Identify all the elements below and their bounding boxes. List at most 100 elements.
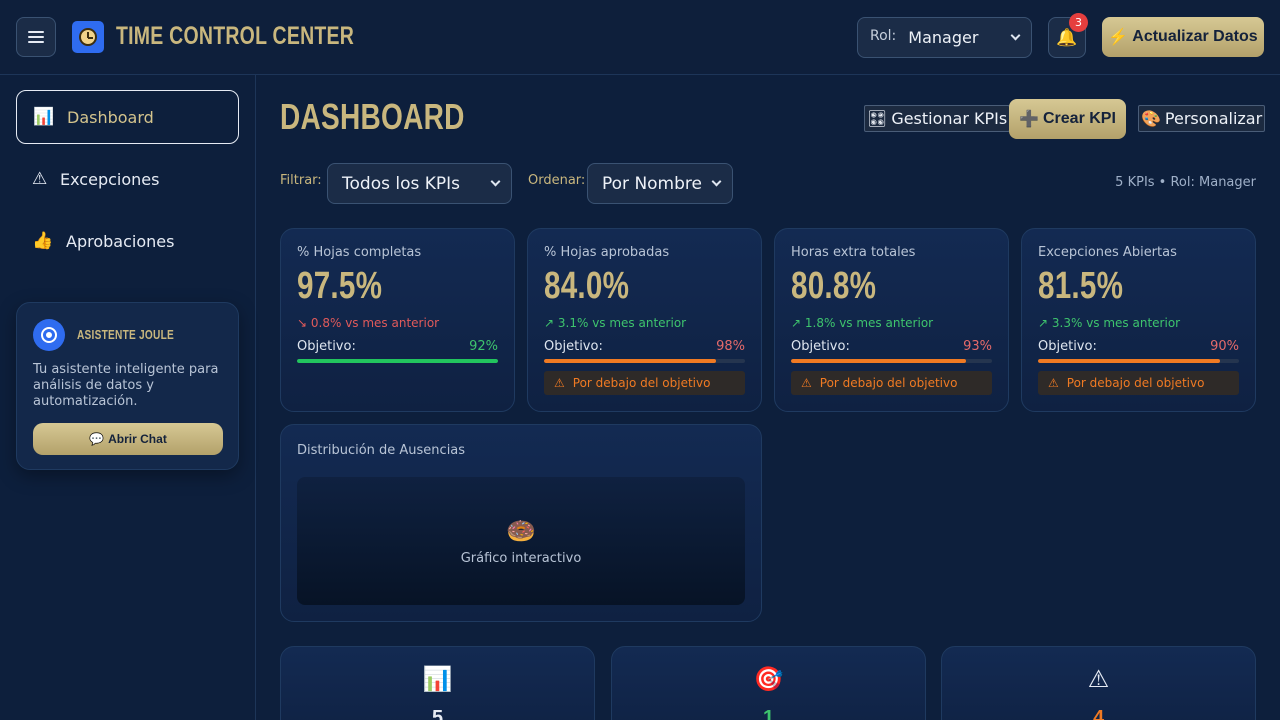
sidebar-item-label: Aprobaciones — [66, 231, 175, 251]
sort-select[interactable]: Por Nombre — [587, 163, 733, 204]
kpi-progress-fill — [544, 359, 717, 363]
kpi-value: 80.8% — [791, 265, 877, 307]
trend-up-icon: ↗ — [544, 316, 555, 330]
sidebar: 📊 Dashboard ⚠ Excepciones 👍 Aprobaciones… — [0, 75, 256, 720]
kpi-summary: 5 KPIs • Rol: Manager — [1115, 175, 1256, 190]
kpi-objective-label: Objetivo: — [544, 339, 603, 354]
kpi-value: 81.5% — [1038, 265, 1124, 307]
warning-icon: ⚠ — [32, 169, 48, 189]
kpi-progress-fill — [1038, 359, 1221, 363]
kpi-progress-bar — [791, 359, 992, 363]
warning-icon: ⚠ — [1048, 376, 1059, 390]
target-icon: 🎯 — [753, 665, 784, 693]
kpi-progress-bar — [544, 359, 745, 363]
manage-kpis-button[interactable]: 🎛 Gestionar KPIs — [864, 105, 1011, 132]
warning-icon: ⚠ — [554, 376, 565, 390]
kpi-progress-bar — [297, 359, 498, 363]
refresh-data-button[interactable]: ⚡ Actualizar Datos — [1102, 17, 1264, 57]
kpi-trend: ↗ 1.8% vs mes anterior — [791, 316, 933, 330]
kpi-progress-fill — [297, 359, 498, 363]
kpi-trend-text: 3.3% vs mes anterior — [1051, 316, 1181, 330]
chevron-down-icon — [1010, 30, 1021, 41]
plus-icon: ➕ — [1019, 111, 1039, 128]
app-logo — [72, 21, 104, 53]
sidebar-item-label: Dashboard — [67, 107, 154, 127]
trend-up-icon: ↗ — [791, 316, 802, 330]
palette-icon: 🎨 — [1141, 109, 1161, 128]
kpi-warning: ⚠ Por debajo del objetivo — [791, 371, 992, 395]
clock-icon — [79, 28, 97, 46]
chart-placeholder[interactable]: 🍩 Gráfico interactivo — [297, 477, 745, 605]
kpi-objective-value: 93% — [963, 339, 992, 354]
warning-icon: ⚠ — [1087, 665, 1110, 693]
page-title: DASHBOARD — [280, 96, 465, 137]
kpi-objective-value: 92% — [469, 339, 498, 354]
chart-title: Distribución de Ausencias — [297, 443, 466, 458]
kpi-name: % Hojas aprobadas — [544, 245, 670, 260]
kpi-warning: ⚠ Por debajo del objetivo — [544, 371, 745, 395]
kpi-progress-fill — [791, 359, 966, 363]
absence-distribution-card: Distribución de Ausencias 🍩 Gráfico inte… — [280, 424, 762, 622]
thumbs-up-icon: 👍 — [32, 231, 54, 251]
stat-value: 5 — [431, 707, 444, 720]
stat-card-total: 📊 5 — [280, 646, 595, 720]
chevron-down-icon — [490, 176, 501, 187]
kpi-objective-label: Objetivo: — [791, 339, 850, 354]
kpi-warning-text: Por debajo del objetivo — [819, 376, 958, 390]
chevron-down-icon — [711, 176, 722, 187]
customize-label: Personalizar — [1164, 109, 1263, 128]
trend-down-icon: ↘ — [297, 316, 308, 330]
kpi-objective-value: 98% — [716, 339, 745, 354]
kpi-card[interactable]: % Hojas aprobadas 84.0% ↗ 3.1% vs mes an… — [527, 228, 762, 412]
open-chat-label: Abrir Chat — [108, 432, 167, 446]
lightning-icon: ⚡ — [1108, 29, 1129, 46]
kpi-name: Excepciones Abiertas — [1038, 245, 1177, 260]
filter-select[interactable]: Todos los KPIs — [327, 163, 512, 204]
role-label: Rol: — [870, 27, 897, 44]
kpi-card[interactable]: Horas extra totales 80.8% ↗ 1.8% vs mes … — [774, 228, 1009, 412]
kpi-trend: ↗ 3.3% vs mes anterior — [1038, 316, 1180, 330]
joule-description: Tu asistente inteligente para análisis d… — [33, 362, 219, 409]
stat-card-on-target: 🎯 1 — [611, 646, 926, 720]
notification-badge: 3 — [1069, 13, 1088, 32]
kpi-trend: ↘ 0.8% vs mes anterior — [297, 316, 439, 330]
bar-chart-icon: 📊 — [33, 107, 55, 127]
kpi-card[interactable]: Excepciones Abiertas 81.5% ↗ 3.3% vs mes… — [1021, 228, 1256, 412]
kpi-objective-label: Objetivo: — [297, 339, 356, 354]
sidebar-item-dashboard[interactable]: 📊 Dashboard — [16, 90, 239, 144]
kpi-name: Horas extra totales — [791, 245, 916, 260]
joule-avatar — [33, 319, 65, 351]
assistant-icon — [43, 329, 55, 341]
kpi-warning: ⚠ Por debajo del objetivo — [1038, 371, 1239, 395]
sidebar-item-excepciones[interactable]: ⚠ Excepciones — [16, 152, 239, 206]
kpi-trend: ↗ 3.1% vs mes anterior — [544, 316, 686, 330]
sort-label: Ordenar: — [528, 173, 586, 188]
create-kpi-button[interactable]: ➕ Crear KPI — [1009, 99, 1126, 139]
top-header: TIME CONTROL CENTER Rol: Manager 🔔 3 ⚡ A… — [0, 0, 1280, 75]
kpi-trend-text: 0.8% vs mes anterior — [310, 316, 440, 330]
filter-value: Todos los KPIs — [342, 173, 461, 194]
kpi-progress-bar — [1038, 359, 1239, 363]
role-value: Manager — [908, 28, 979, 47]
chat-icon: 💬 — [89, 432, 105, 446]
chart-caption: Gráfico interactivo — [460, 550, 582, 566]
filter-label: Filtrar: — [280, 173, 322, 188]
control-knobs-icon: 🎛 — [867, 109, 888, 128]
hamburger-icon — [28, 31, 44, 43]
role-select[interactable]: Rol: Manager — [857, 17, 1032, 58]
kpi-name: % Hojas completas — [297, 245, 422, 260]
trend-up-icon: ↗ — [1038, 316, 1049, 330]
kpi-value: 84.0% — [544, 265, 630, 307]
sort-value: Por Nombre — [602, 173, 702, 194]
open-chat-button[interactable]: 💬 Abrir Chat — [33, 423, 223, 455]
manage-kpis-label: Gestionar KPIs — [891, 109, 1008, 128]
sidebar-item-aprobaciones[interactable]: 👍 Aprobaciones — [16, 214, 239, 268]
refresh-data-label: Actualizar Datos — [1132, 28, 1258, 45]
kpi-trend-text: 1.8% vs mes anterior — [804, 316, 934, 330]
menu-button[interactable] — [16, 17, 56, 57]
customize-button[interactable]: 🎨 Personalizar — [1138, 105, 1266, 132]
bar-chart-icon: 📊 — [422, 665, 453, 693]
kpi-card[interactable]: % Hojas completas 97.5% ↘ 0.8% vs mes an… — [280, 228, 515, 412]
kpi-objective-value: 90% — [1210, 339, 1239, 354]
joule-assistant-card: ASISTENTE JOULE Tu asistente inteligente… — [16, 302, 239, 470]
